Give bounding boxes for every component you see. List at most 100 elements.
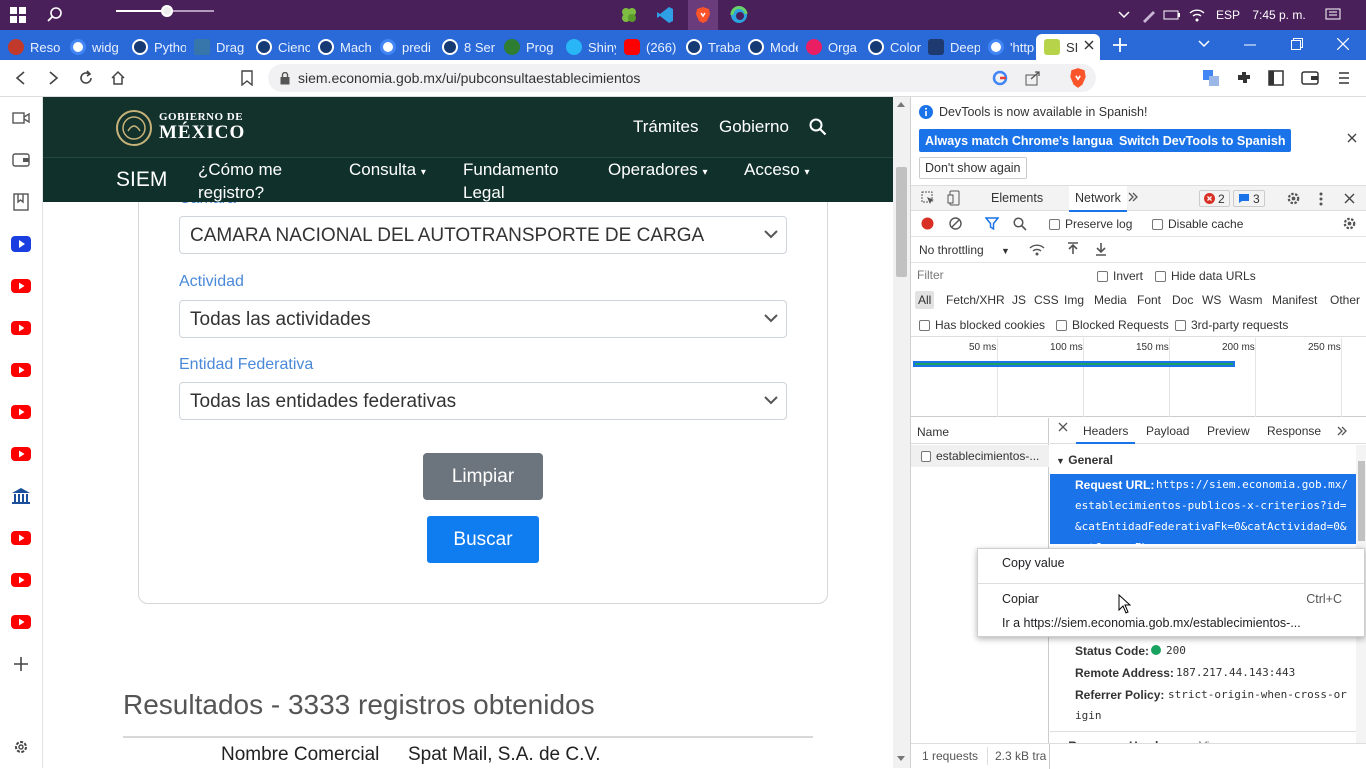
youtube-icon[interactable]	[11, 360, 31, 380]
youtube-icon[interactable]	[11, 444, 31, 464]
nav-acceso[interactable]: Acceso ▾	[744, 158, 810, 184]
filter-ws[interactable]: WS	[1202, 293, 1221, 307]
tab[interactable]: Mode	[740, 34, 798, 60]
filter-input[interactable]: Filter	[917, 268, 1077, 282]
settings-icon[interactable]	[1286, 191, 1301, 206]
tab[interactable]: Cienc	[248, 34, 310, 60]
notifications-icon[interactable]	[1322, 0, 1344, 30]
bank-icon[interactable]	[11, 486, 31, 506]
minimize-icon[interactable]	[1244, 44, 1256, 46]
export-har-icon[interactable]	[1095, 242, 1107, 256]
reload-icon[interactable]	[78, 70, 94, 86]
wallet-icon[interactable]	[1301, 70, 1319, 86]
import-har-icon[interactable]	[1067, 242, 1079, 256]
forward-icon[interactable]	[46, 71, 60, 85]
extensions-icon[interactable]	[1236, 70, 1252, 86]
chevron-up-icon[interactable]	[1116, 0, 1132, 30]
tab[interactable]: Color	[860, 34, 922, 60]
settings-icon[interactable]	[11, 737, 31, 757]
nav-como-me-registro[interactable]: ¿Cómo me registro?	[198, 158, 318, 204]
tab-payload[interactable]: Payload	[1146, 424, 1189, 438]
youtube-icon[interactable]	[11, 318, 31, 338]
tab[interactable]: 'http	[980, 34, 1036, 60]
filter-img[interactable]: Img	[1064, 293, 1084, 307]
scroll-up-icon[interactable]	[897, 101, 905, 107]
tab[interactable]: 8 Ser	[434, 34, 496, 60]
filter-fetch-xhr[interactable]: Fetch/XHR	[946, 293, 1005, 307]
video-play-icon[interactable]	[11, 234, 31, 254]
edge-icon[interactable]	[728, 0, 750, 30]
has-blocked-cookies-checkbox[interactable]: Has blocked cookies	[919, 318, 1045, 332]
nav-consulta[interactable]: Consulta ▾	[349, 158, 426, 184]
record-icon[interactable]	[921, 217, 934, 230]
search-icon[interactable]	[1013, 217, 1027, 231]
translate-icon[interactable]	[1203, 70, 1219, 86]
error-counter[interactable]: 2	[1199, 190, 1230, 207]
filter-icon[interactable]	[985, 217, 999, 230]
throttling-select[interactable]: No throttling ▼	[919, 243, 1010, 257]
bookmark-icon[interactable]	[240, 70, 254, 86]
more-detail-tabs-icon[interactable]	[1336, 425, 1348, 437]
filter-js[interactable]: JS	[1012, 293, 1026, 307]
sidebar-toggle-icon[interactable]	[1268, 70, 1284, 86]
tab[interactable]: Pytho	[124, 34, 186, 60]
tab-elements[interactable]: Elements	[991, 191, 1043, 205]
close-infobar-icon[interactable]	[1347, 133, 1357, 143]
tab[interactable]: Deep	[920, 34, 980, 60]
scroll-down-icon[interactable]	[897, 756, 905, 762]
brave-shields-icon[interactable]	[1068, 67, 1088, 89]
close-tab-icon[interactable]	[1083, 39, 1095, 51]
back-icon[interactable]	[14, 71, 28, 85]
entidad-select[interactable]: Todas las entidades federativas	[179, 382, 787, 420]
clock[interactable]: 7:45 p. m.	[1248, 0, 1310, 30]
menu-item-copy-value[interactable]: Copy value	[978, 553, 1364, 577]
search-icon[interactable]	[809, 118, 827, 136]
tab[interactable]: Orga	[798, 34, 860, 60]
tab-preview[interactable]: Preview	[1207, 424, 1250, 438]
wallet-icon[interactable]	[11, 150, 31, 170]
invert-checkbox[interactable]: Invert	[1097, 269, 1143, 283]
video-icon[interactable]	[11, 108, 31, 128]
tab-active[interactable]: SI	[1036, 34, 1100, 60]
google-lens-icon[interactable]	[992, 70, 1008, 86]
network-settings-icon[interactable]	[1342, 216, 1357, 231]
clear-icon[interactable]	[949, 217, 962, 230]
reading-list-icon[interactable]	[11, 192, 31, 212]
share-icon[interactable]	[1025, 70, 1041, 86]
menu-item-copiar[interactable]: Copiar Ctrl+C	[978, 589, 1364, 611]
actividad-select[interactable]: Todas las actividades	[179, 300, 787, 338]
dont-show-again-button[interactable]: Don't show again	[919, 157, 1027, 179]
youtube-icon[interactable]	[11, 612, 31, 632]
hide-data-urls-checkbox[interactable]: Hide data URLs	[1155, 269, 1256, 283]
add-icon[interactable]	[11, 654, 31, 674]
inspect-icon[interactable]	[921, 191, 935, 205]
tab[interactable]: Traba	[678, 34, 740, 60]
volume-slider-thumb[interactable]	[160, 5, 173, 17]
tab[interactable]: Reso	[0, 34, 62, 60]
request-row[interactable]: establecimientos-...	[911, 445, 1049, 467]
filter-doc[interactable]: Doc	[1172, 293, 1193, 307]
menu-icon[interactable]	[1338, 70, 1350, 86]
restore-icon[interactable]	[1291, 38, 1303, 50]
filter-css[interactable]: CSS	[1034, 293, 1059, 307]
tab-headers[interactable]: Headers	[1076, 418, 1136, 444]
language-indicator[interactable]: ESP	[1212, 0, 1244, 30]
close-window-icon[interactable]	[1337, 38, 1349, 50]
brave-icon[interactable]	[688, 0, 718, 30]
youtube-icon[interactable]	[11, 528, 31, 548]
omnibox[interactable]: siem.economia.gob.mx/ui/pubconsultaestab…	[268, 64, 1096, 92]
home-icon[interactable]	[110, 70, 126, 86]
filter-font[interactable]: Font	[1137, 293, 1161, 307]
tab[interactable]: Drag	[186, 34, 248, 60]
network-conditions-icon[interactable]	[1029, 243, 1045, 257]
app-clover-icon[interactable]	[618, 0, 640, 30]
siem-brand[interactable]: SIEM	[116, 168, 167, 191]
url-text[interactable]: siem.economia.gob.mx/ui/pubconsultaestab…	[298, 70, 640, 86]
tab[interactable]: (266)	[616, 34, 678, 60]
tab[interactable]: predi	[372, 34, 434, 60]
pen-icon[interactable]	[1140, 0, 1158, 30]
name-column-header[interactable]: Name	[911, 418, 1049, 444]
windows-start-icon[interactable]	[5, 0, 31, 30]
message-counter[interactable]: 3	[1233, 190, 1265, 207]
buscar-button[interactable]: Buscar	[427, 516, 539, 563]
